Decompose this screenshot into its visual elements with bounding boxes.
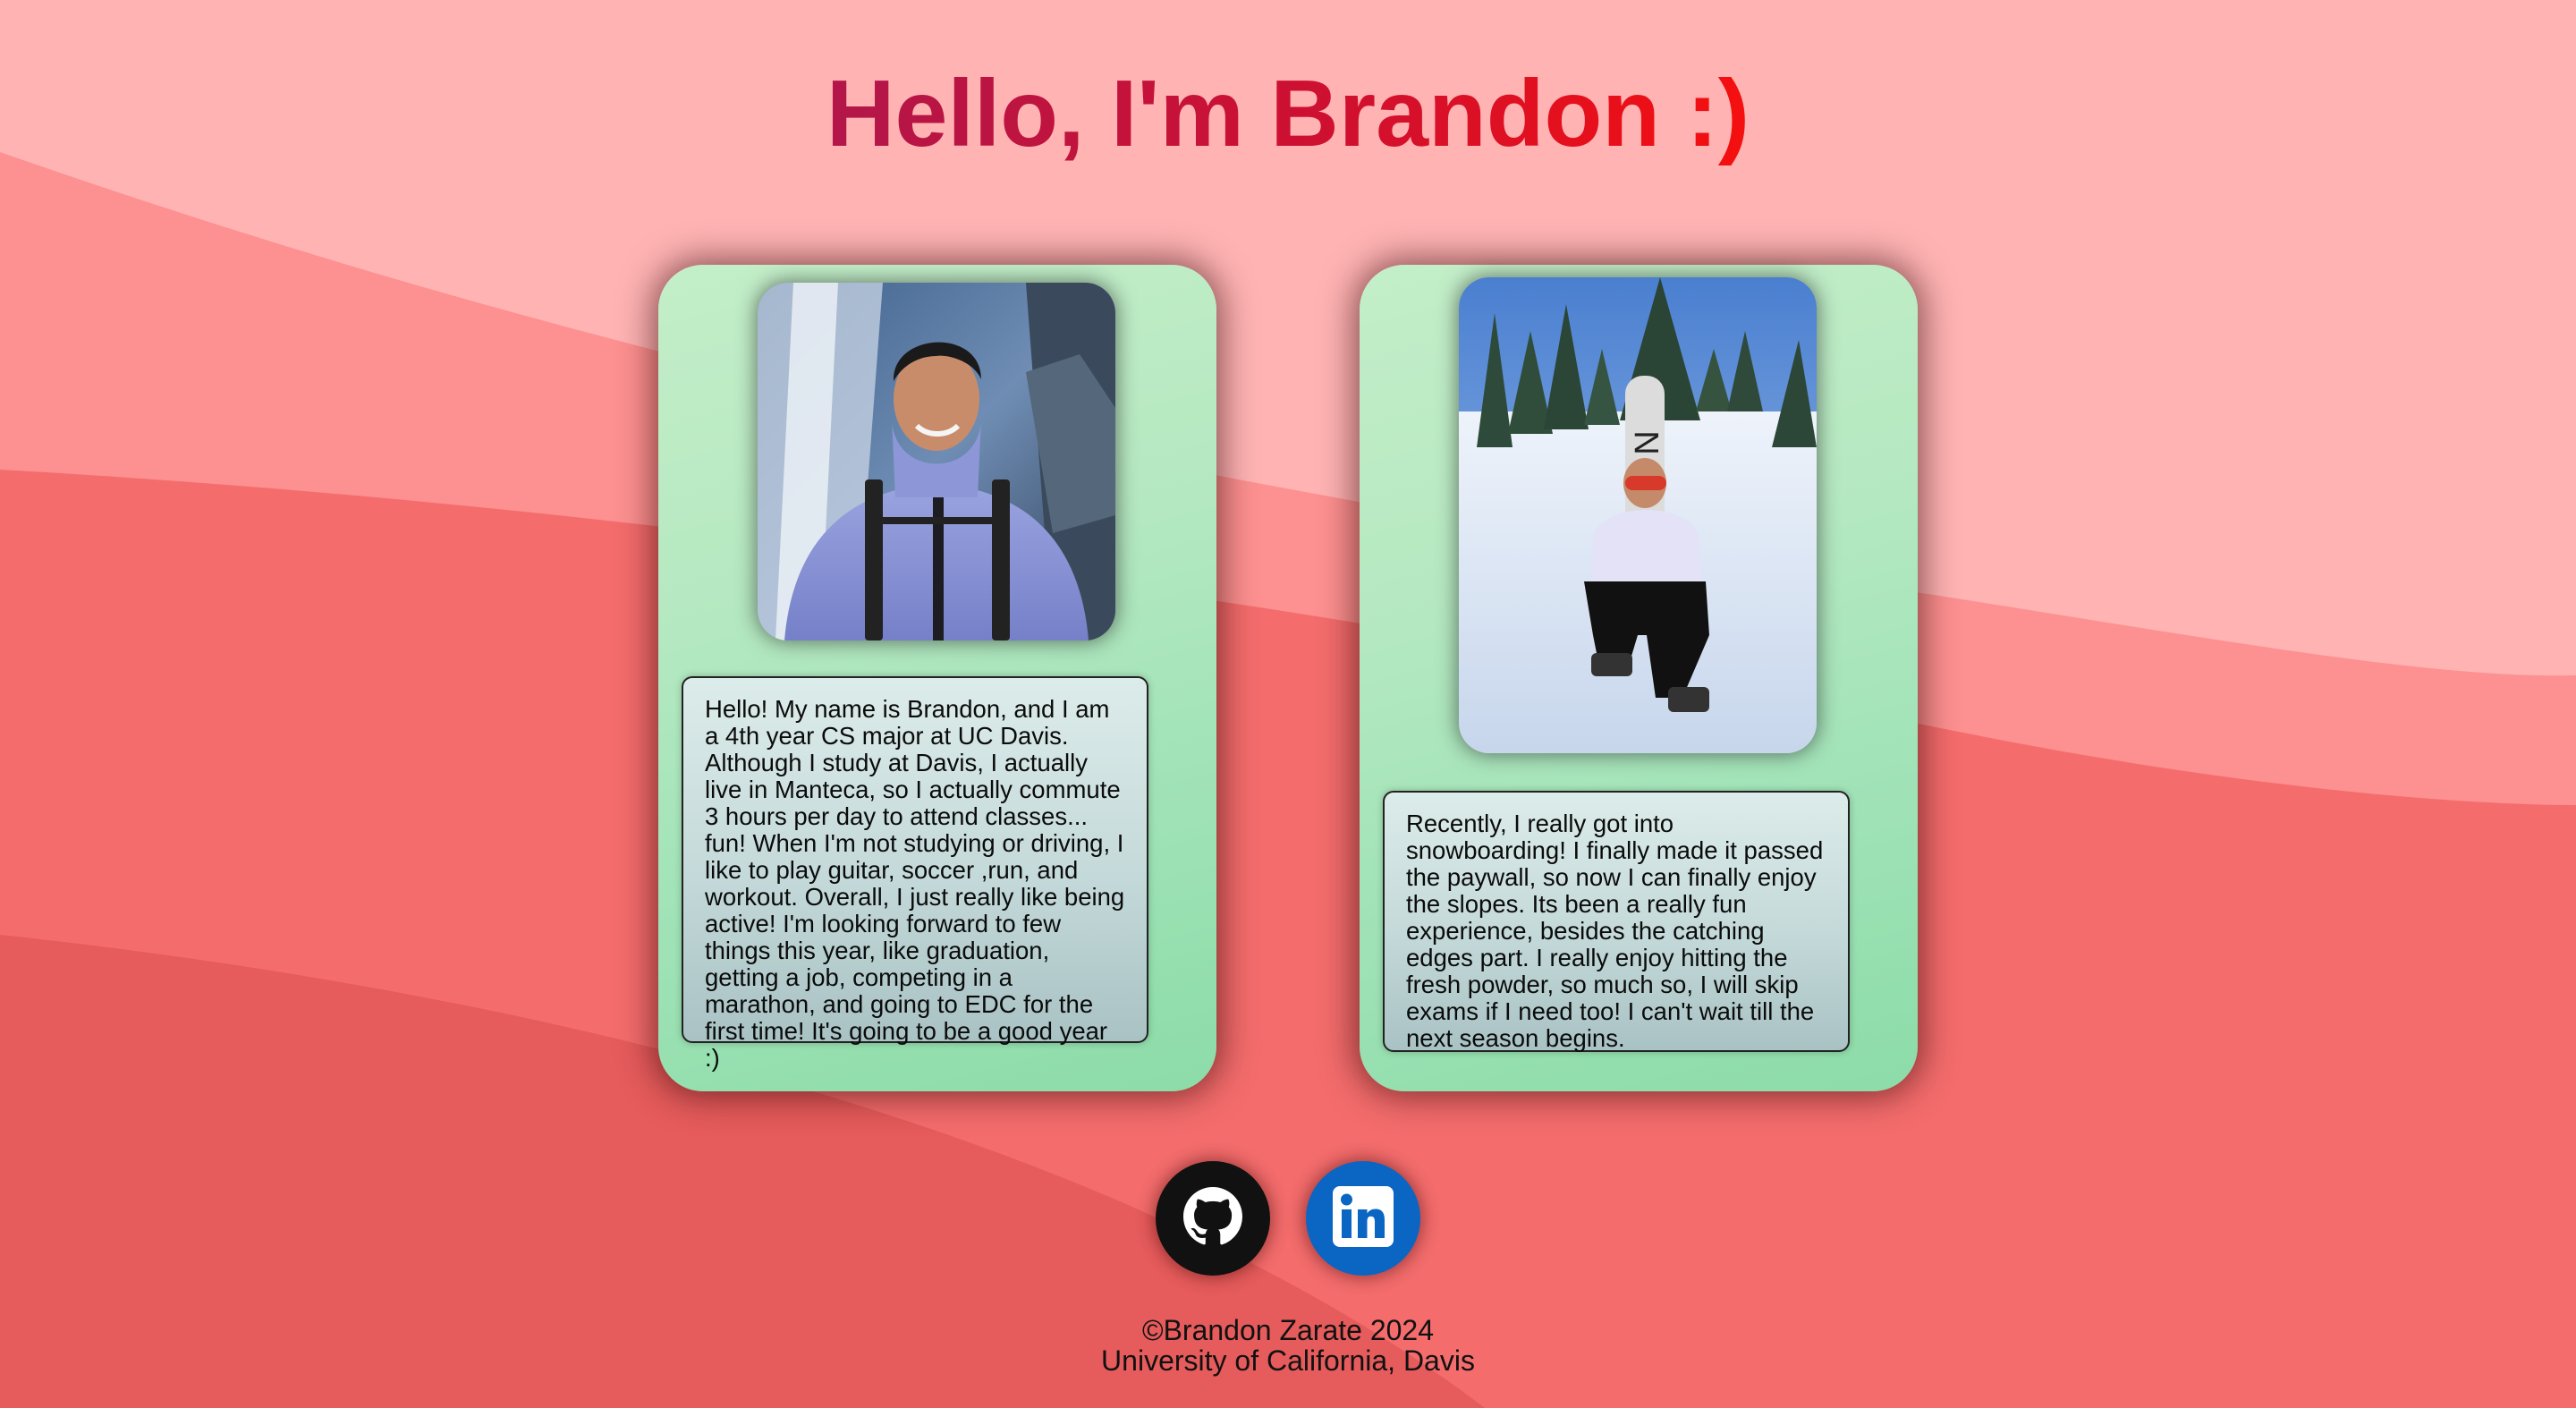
linkedin-icon xyxy=(1333,1185,1394,1251)
page-title: Hello, I'm Brandon :) xyxy=(826,61,1750,166)
footer: ©Brandon Zarate 2024 University of Calif… xyxy=(0,1315,2576,1376)
snowboarding-photo: N xyxy=(1459,277,1817,753)
snowboarding-text: Recently, I really got into snowboarding… xyxy=(1383,791,1850,1052)
background-waves xyxy=(0,0,2576,1408)
github-icon xyxy=(1183,1186,1242,1251)
github-link[interactable] xyxy=(1156,1161,1270,1276)
about-text: Hello! My name is Brandon, and I am a 4t… xyxy=(682,676,1148,1072)
svg-text:N: N xyxy=(1629,430,1666,454)
copyright-text: ©Brandon Zarate 2024 xyxy=(1141,1314,1434,1346)
about-card: Hello! My name is Brandon, and I am a 4t… xyxy=(658,265,1216,1091)
snowboarding-card: N Recently, I really got into snowboardi… xyxy=(1360,265,1918,1091)
profile-photo xyxy=(758,283,1115,640)
linkedin-link[interactable] xyxy=(1306,1161,1420,1276)
school-text: University of California, Davis xyxy=(1101,1344,1475,1377)
